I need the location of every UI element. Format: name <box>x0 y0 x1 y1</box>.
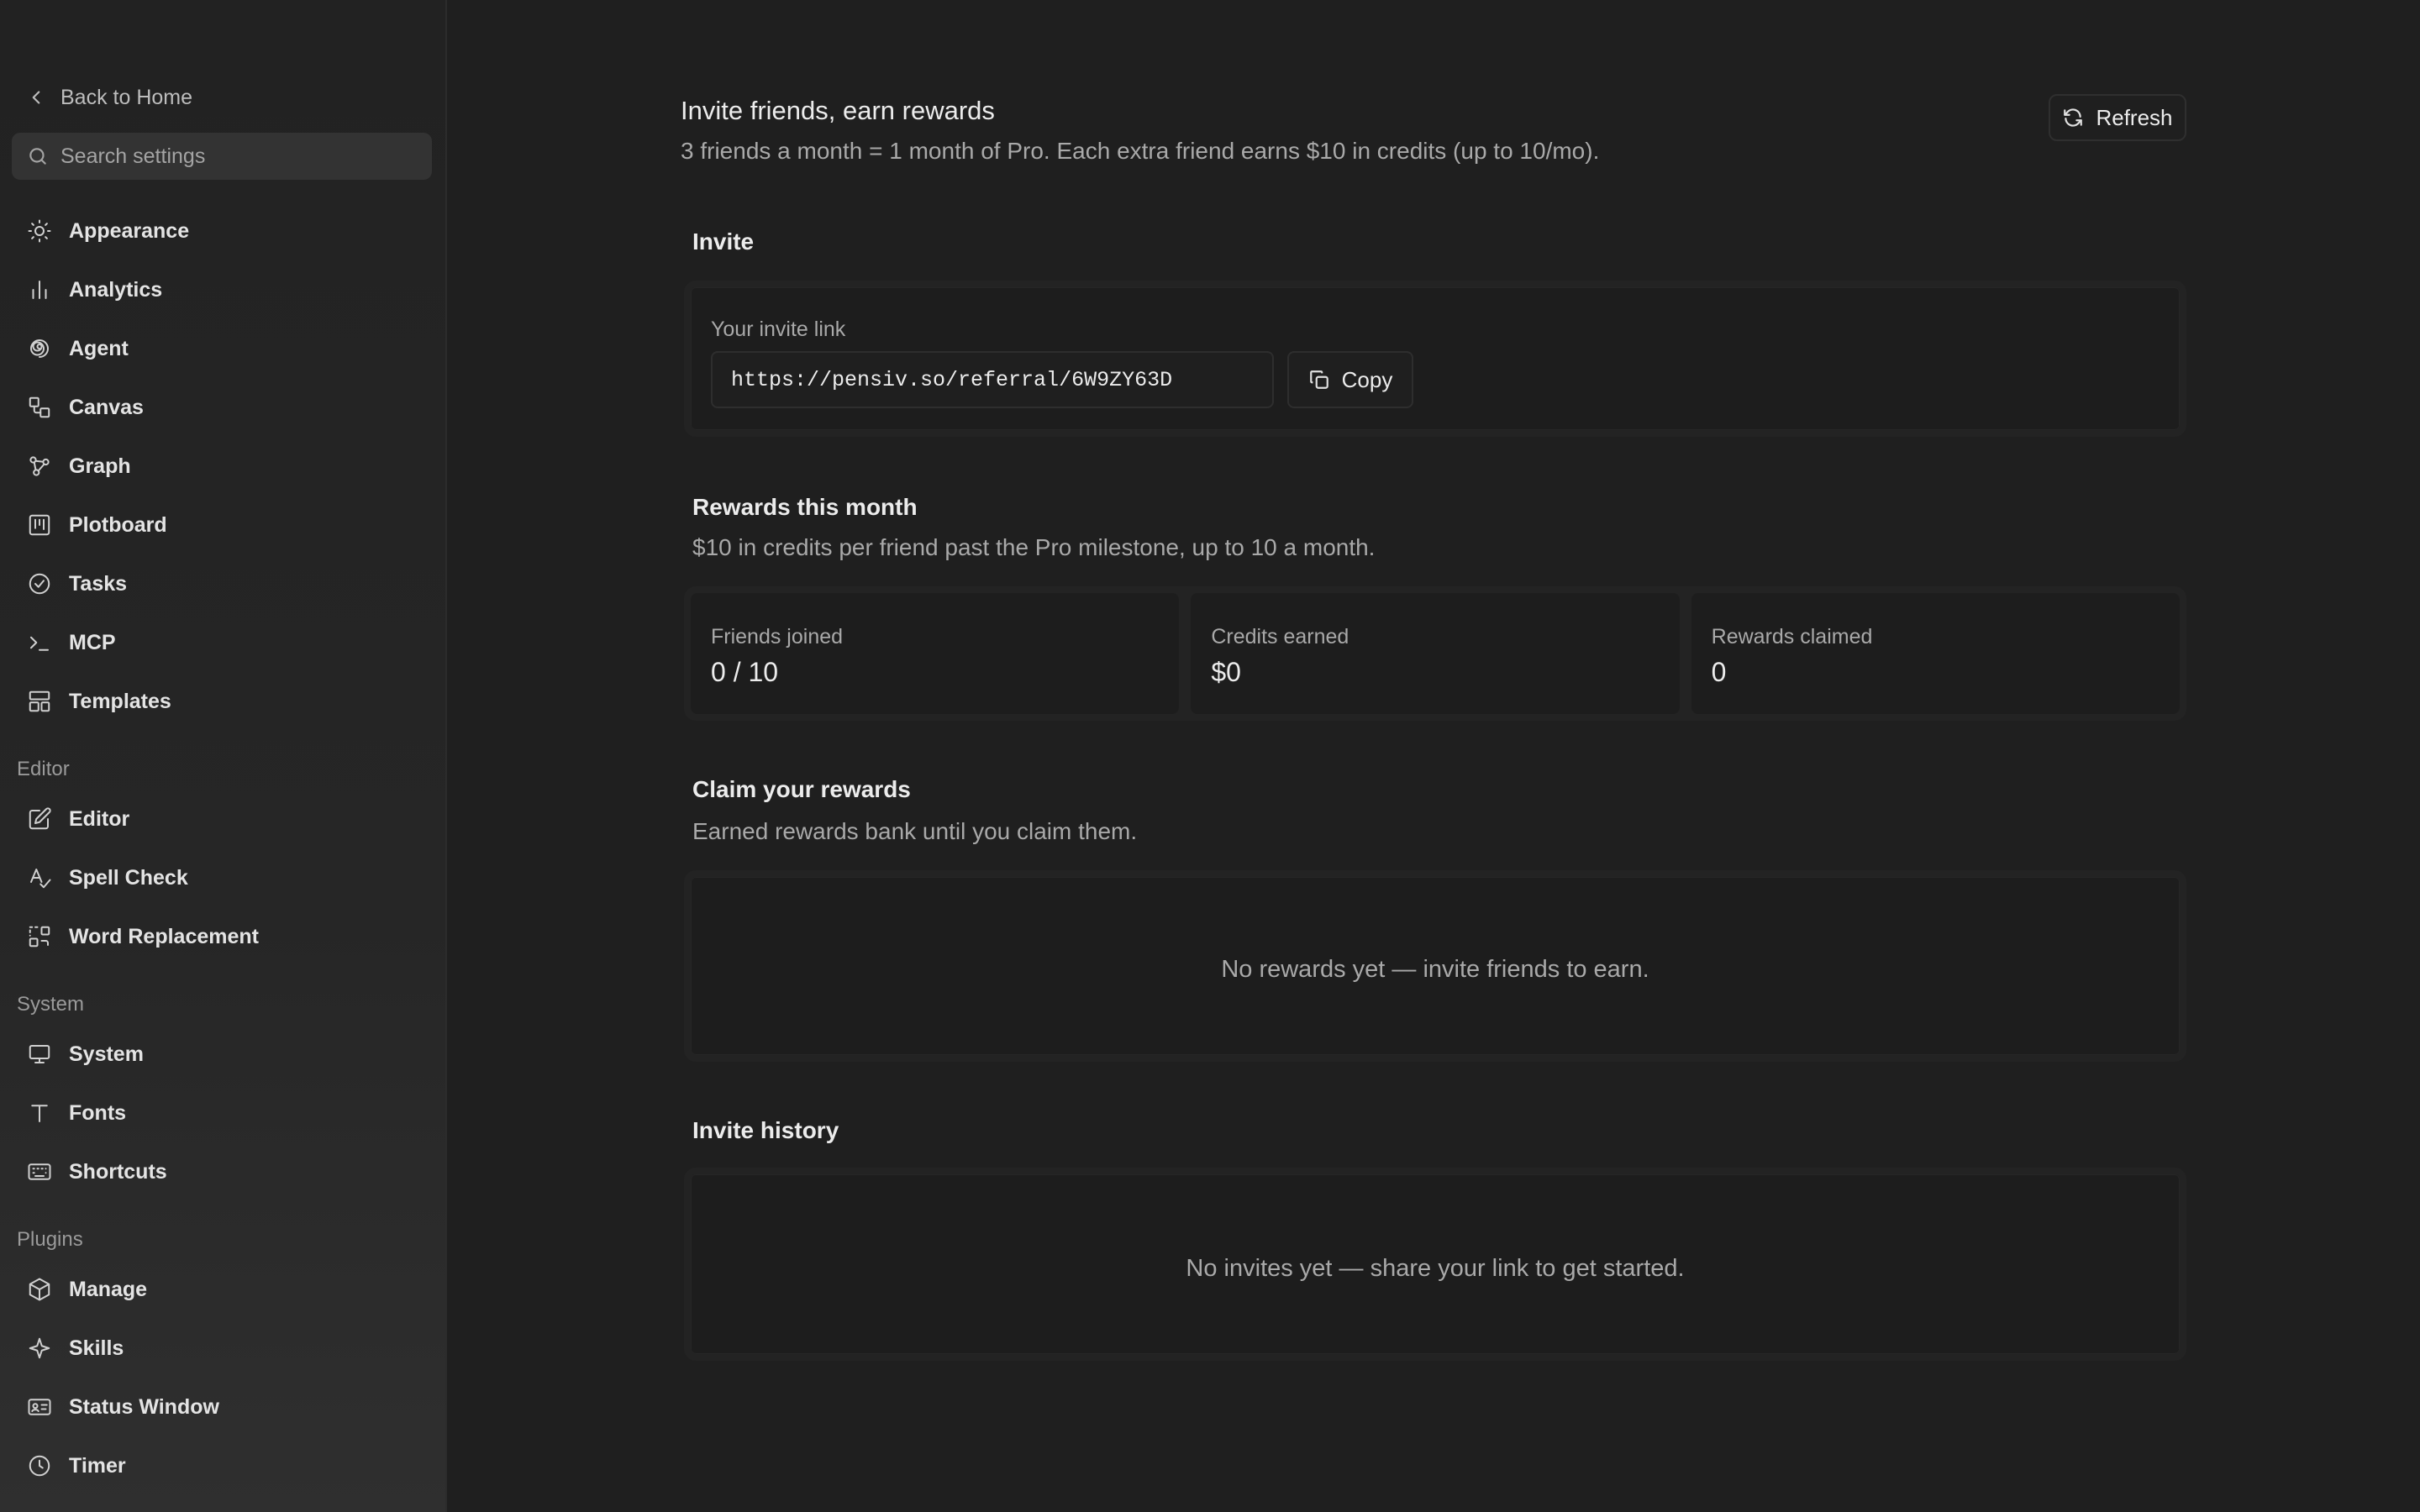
type-icon <box>31 1105 48 1122</box>
stat-rewards-claimed: Rewards claimed 0 <box>1691 593 2180 714</box>
sidebar-item-shortcuts[interactable]: Shortcuts <box>12 1148 432 1195</box>
sidebar-item-label: System <box>69 1042 144 1066</box>
sidebar-item-fonts[interactable]: Fonts <box>12 1089 432 1137</box>
sidebar-item-system[interactable]: System <box>12 1031 432 1078</box>
sidebar-item-label: Plotboard <box>69 512 167 537</box>
layout-template-icon <box>29 690 50 712</box>
sidebar-item-label: Appearance <box>69 218 190 243</box>
sidebar-item-plotboard[interactable]: Plotboard <box>12 501 432 549</box>
sidebar-item-label: Fonts <box>69 1100 127 1125</box>
sidebar-item-agent[interactable]: Agent <box>12 325 432 372</box>
invite-card: Your invite link Copy <box>684 281 2186 437</box>
sidebar-item-skills[interactable]: Skills <box>12 1325 432 1372</box>
clock-icon <box>29 1455 50 1477</box>
copy-label: Copy <box>1341 366 1393 392</box>
rewards-section-title: Rewards this month <box>692 494 918 520</box>
refresh-button[interactable]: Refresh <box>2049 94 2186 141</box>
sun-icon <box>28 219 51 243</box>
sidebar-item-word-replacement[interactable]: Word Replacement <box>12 913 432 960</box>
keyboard-icon <box>28 1163 51 1180</box>
graph-nodes-icon <box>29 456 50 476</box>
sidebar-item-label: MCP <box>69 630 116 654</box>
sidebar-item-tasks[interactable]: Tasks <box>12 560 432 607</box>
stat-value: $0 <box>1211 657 1241 687</box>
sidebar-item-label: Tasks <box>69 571 128 596</box>
sidebar-item-label: Timer <box>69 1453 126 1478</box>
sidebar-item-label: Manage <box>69 1277 148 1301</box>
sidebar-item-label: Editor <box>69 806 130 831</box>
stat-friends-joined: Friends joined 0 / 10 <box>691 593 1180 714</box>
referral-settings-panel: Invite friends, earn rewards 3 friends a… <box>449 0 2420 1512</box>
copy-link-button[interactable]: Copy <box>1287 351 1413 408</box>
sidebar-item-label: Canvas <box>69 395 144 419</box>
rewards-stats: Friends joined 0 / 10 Credits earned $0 … <box>684 586 2186 721</box>
invite-link-field[interactable] <box>711 351 1274 408</box>
sidebar-item-analytics[interactable]: Analytics <box>12 266 432 313</box>
sidebar-item-label: Templates <box>69 689 171 713</box>
spiral-icon <box>29 339 49 358</box>
refresh-icon <box>2064 108 2083 127</box>
stat-credits-earned: Credits earned $0 <box>1191 593 1680 714</box>
terminal-icon <box>30 636 49 651</box>
search-settings-box[interactable] <box>12 133 432 180</box>
sidebar-item-editor[interactable]: Editor <box>12 795 432 843</box>
chevron-left-icon <box>32 91 40 104</box>
search-icon <box>29 148 46 165</box>
claim-empty-state: No rewards yet — invite friends to earn. <box>1221 956 1649 983</box>
sidebar-item-manage[interactable]: Manage <box>12 1266 432 1313</box>
bar-chart-icon <box>32 281 47 299</box>
monitor-icon <box>29 1045 50 1063</box>
back-to-home-label: Back to Home <box>60 85 193 109</box>
package-icon <box>29 1278 50 1301</box>
pencil-square-icon <box>29 807 51 830</box>
stat-label: Rewards claimed <box>1711 625 1873 648</box>
sidebar-item-canvas[interactable]: Canvas <box>12 384 432 431</box>
id-card-icon <box>28 1399 51 1415</box>
sidebar-item-timer[interactable]: Timer <box>12 1442 432 1489</box>
replace-icon <box>29 926 50 948</box>
sidebar-item-label: Analytics <box>69 277 163 302</box>
copy-icon <box>1309 370 1328 389</box>
sidebar-section-editor: Editor <box>17 758 70 780</box>
invite-history-card: No invites yet — share your link to get … <box>684 1168 2186 1361</box>
claim-section-title: Claim your rewards <box>692 776 911 802</box>
spell-check-icon <box>30 869 51 889</box>
sidebar-item-label: Status Window <box>69 1394 219 1419</box>
settings-sidebar: Back to Home Appearance Analytics Agent … <box>0 0 447 1512</box>
sidebar-item-mcp[interactable]: MCP <box>12 619 432 666</box>
history-section-title: Invite history <box>692 1117 839 1143</box>
sidebar-item-status-window[interactable]: Status Window <box>12 1383 432 1431</box>
sidebar-item-graph[interactable]: Graph <box>12 443 432 490</box>
claim-rewards-card: No rewards yet — invite friends to earn. <box>684 870 2186 1062</box>
rewards-section-description: $10 in credits per friend past the Pro m… <box>692 534 1376 560</box>
sidebar-item-label: Agent <box>69 336 129 360</box>
page-subtitle: 3 friends a month = 1 month of Pro. Each… <box>681 138 1600 164</box>
check-circle-icon <box>29 573 50 595</box>
plotboard-icon <box>29 514 50 536</box>
claim-section-description: Earned rewards bank until you claim them… <box>692 818 1138 844</box>
invite-section-title: Invite <box>692 228 755 255</box>
sidebar-section-plugins: Plugins <box>17 1228 83 1251</box>
invite-link-label: Your invite link <box>711 318 846 341</box>
sparkle-icon <box>29 1337 50 1359</box>
sidebar-section-system: System <box>17 993 85 1016</box>
refresh-label: Refresh <box>2096 104 2173 130</box>
sidebar-item-label: Graph <box>69 454 131 478</box>
stat-label: Friends joined <box>711 625 844 648</box>
sidebar-item-appearance[interactable]: Appearance <box>12 207 432 255</box>
sidebar-item-label: Skills <box>69 1336 124 1360</box>
page-title: Invite friends, earn rewards <box>681 96 995 125</box>
sidebar-item-label: Shortcuts <box>69 1159 167 1184</box>
stat-value: 0 <box>1711 657 1727 687</box>
history-empty-state: No invites yet — share your link to get … <box>1186 1255 1685 1282</box>
back-to-home-link[interactable]: Back to Home <box>25 81 192 114</box>
sidebar-item-label: Spell Check <box>69 865 188 890</box>
sidebar-item-label: Word Replacement <box>69 924 259 948</box>
sidebar-item-templates[interactable]: Templates <box>12 678 432 725</box>
sidebar-item-spell-check[interactable]: Spell Check <box>12 854 432 901</box>
search-input[interactable] <box>59 143 412 170</box>
stat-value: 0 / 10 <box>711 657 779 687</box>
canvas-shapes-icon <box>29 396 50 418</box>
stat-label: Credits earned <box>1211 625 1349 648</box>
